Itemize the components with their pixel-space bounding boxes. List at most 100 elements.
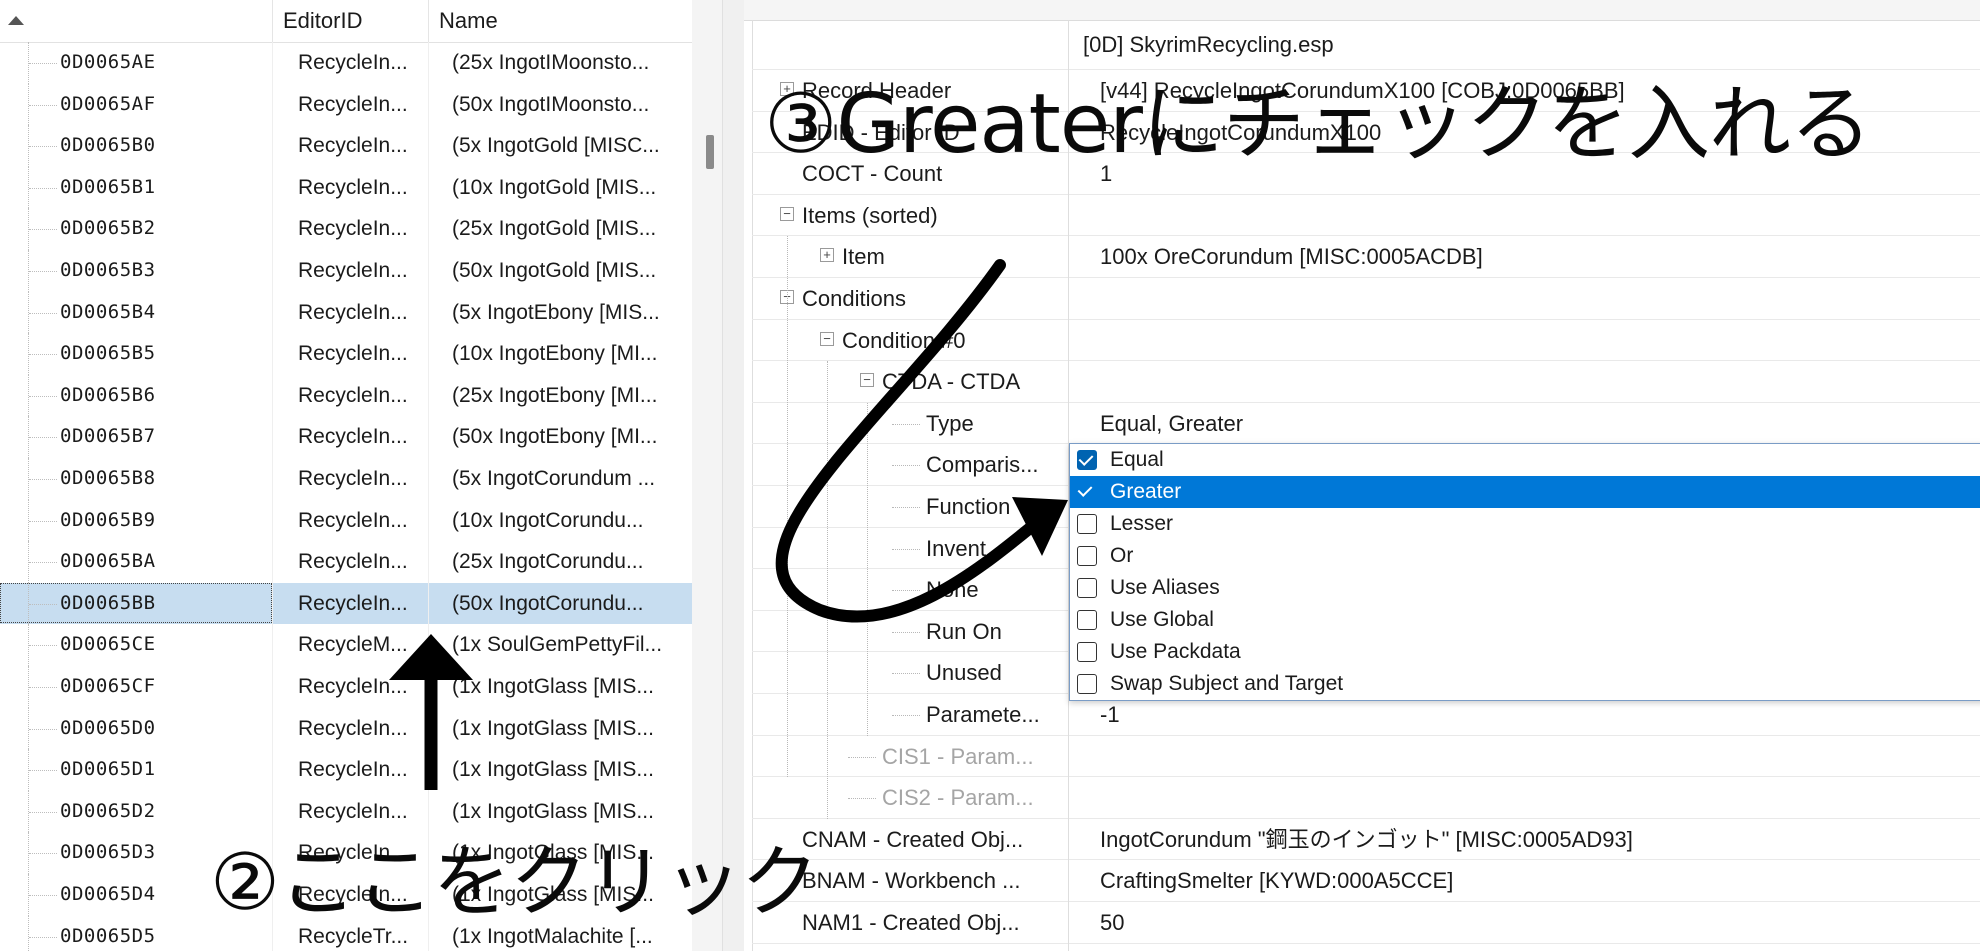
- record-row[interactable]: 0D0065B3 RecycleIn... (50x IngotGold [MIS.…: [0, 250, 692, 292]
- record-field-row[interactable]: CIS2 - Param...: [752, 777, 1980, 819]
- field-value[interactable]: [1100, 320, 1960, 362]
- checkbox-icon[interactable]: [1077, 578, 1097, 598]
- dropdown-option-use-global[interactable]: Use Global: [1070, 604, 1980, 636]
- checkbox-icon[interactable]: [1077, 450, 1097, 470]
- checkbox-icon[interactable]: [1077, 674, 1097, 694]
- scrollbar-thumb[interactable]: [706, 135, 714, 169]
- tree-branch: [29, 895, 57, 896]
- form-id-cell: 0D0065B3: [60, 259, 156, 281]
- name-cell: (10x IngotEbony [MI...: [452, 342, 658, 366]
- cell-grid: [272, 582, 273, 625]
- record-row[interactable]: 0D0065B8 RecycleIn... (5x IngotCorundum ..…: [0, 458, 692, 500]
- field-label: NAM1 - Created Obj...: [802, 910, 1020, 935]
- pane-splitter[interactable]: [722, 0, 746, 951]
- field-value[interactable]: [1100, 736, 1960, 778]
- field-label: Invent...: [926, 535, 1005, 561]
- tree-branch: [29, 770, 57, 772]
- form-id-cell: 0D0065CF: [60, 675, 156, 697]
- column-separator[interactable]: [428, 0, 429, 42]
- tree-branch: [29, 271, 57, 272]
- record-row[interactable]: 0D0065B7 RecycleIn... (50x IngotEbony [MI.…: [0, 416, 692, 458]
- record-field-row[interactable]: CNAM - Created Obj... IngotCorundum "鋼玉のイ…: [752, 819, 1980, 861]
- record-field-row[interactable]: − Conditions: [752, 278, 1980, 320]
- editor-id-cell: RecycleIn...: [298, 591, 408, 615]
- dropdown-option-use-aliases[interactable]: Use Aliases: [1070, 572, 1980, 604]
- dropdown-option-equal[interactable]: Equal: [1070, 444, 1980, 476]
- cell-grid: [272, 790, 273, 833]
- field-value[interactable]: 50: [1100, 902, 1960, 944]
- record-row[interactable]: 0D0065B5 RecycleIn... (10x IngotEbony [MI.…: [0, 333, 692, 375]
- field-value[interactable]: [1100, 777, 1960, 819]
- option-label: Use Global: [1110, 608, 1214, 631]
- tree-branch: [29, 312, 57, 314]
- tree-branch: [892, 423, 920, 425]
- tree-branch: [29, 936, 57, 938]
- field-value[interactable]: [1100, 195, 1960, 237]
- editor-id-cell: RecycleIn...: [298, 259, 408, 282]
- form-id-cell: 0D0065B4: [60, 300, 156, 323]
- record-row[interactable]: 0D0065D0 RecycleIn... (1x IngotGlass [MIS.…: [0, 707, 692, 750]
- record-row[interactable]: 0D0065AE RecycleIn... (25x IngotIMoonsto..…: [0, 42, 692, 84]
- record-row[interactable]: 0D0065B4 RecycleIn... (5x IngotEbony [MIS.…: [0, 291, 692, 334]
- record-row[interactable]: 0D0065B0 RecycleIn... (5x IngotGold [MISC.…: [0, 125, 692, 167]
- editor-id-cell: RecycleIn...: [298, 217, 408, 241]
- checkbox-icon[interactable]: [1077, 514, 1097, 534]
- dropdown-option-or[interactable]: Or: [1070, 540, 1980, 572]
- record-row[interactable]: 0D0065B6 RecycleIn... (25x IngotEbony [MI.…: [0, 374, 692, 417]
- record-field-row[interactable]: − CTDA - CTDA: [752, 361, 1980, 403]
- dropdown-option-use-packdata[interactable]: Use Packdata: [1070, 636, 1980, 668]
- name-cell: (5x IngotGold [MISC...: [452, 134, 660, 158]
- record-row[interactable]: 0D0065D1 RecycleIn... (1x IngotGlass [MIS.…: [0, 749, 692, 791]
- record-row[interactable]: 0D0065B9 RecycleIn... (10x IngotCorundu...: [0, 499, 692, 542]
- tree-branch: [892, 590, 920, 592]
- checkbox-icon[interactable]: [1077, 610, 1097, 630]
- record-field-row[interactable]: CIS1 - Param...: [752, 736, 1980, 778]
- record-row[interactable]: 0D0065BA RecycleIn... (25x IngotCorundu...: [0, 541, 692, 583]
- sort-ascending-icon[interactable]: [8, 16, 24, 25]
- collapse-icon[interactable]: −: [860, 373, 874, 388]
- collapse-icon[interactable]: −: [780, 206, 794, 221]
- record-field-row[interactable]: NAM1 - Created Obj... 50: [752, 902, 1980, 944]
- field-value[interactable]: IngotCorundum "鋼玉のインゴット" [MISC:0005AD93]: [1100, 819, 1960, 861]
- record-field-row[interactable]: + Item 100x OreCorundum [MISC:0005ACDB]: [752, 236, 1980, 278]
- editor-id-cell: RecycleIn...: [298, 175, 408, 199]
- record-row[interactable]: 0D0065B2 RecycleIn... (25x IngotGold [MIS.…: [0, 208, 692, 250]
- column-header-name[interactable]: Name: [439, 0, 498, 42]
- field-value[interactable]: Equal, Greater: [1100, 403, 1960, 445]
- checkbox-icon[interactable]: [1077, 482, 1097, 502]
- expand-icon[interactable]: +: [820, 248, 834, 263]
- record-row[interactable]: 0D0065D2 RecycleIn... (1x IngotGlass [MIS.…: [0, 790, 692, 833]
- record-field-row[interactable]: Type Equal, Greater: [752, 403, 1980, 445]
- record-row-selected[interactable]: 0D0065BB RecycleIn... (50x IngotCorundu...: [0, 582, 692, 625]
- record-row[interactable]: 0D0065CE RecycleM... (1x SoulGemPettyFil..…: [0, 624, 692, 666]
- record-field-row[interactable]: − Condition #0: [752, 320, 1980, 362]
- cell-grid: [272, 707, 273, 750]
- editor-id-cell: RecycleIn...: [298, 508, 408, 532]
- record-field-row[interactable]: − Items (sorted): [752, 195, 1980, 237]
- checkbox-icon[interactable]: [1077, 642, 1097, 662]
- type-flags-dropdown[interactable]: Equal Greater Lesser Or Use Aliases Use Globa…: [1069, 443, 1980, 701]
- field-value[interactable]: [1100, 361, 1960, 403]
- record-row[interactable]: 0D0065AF RecycleIn... (50x IngotIMoonsto..…: [0, 83, 692, 126]
- record-row[interactable]: 0D0065CF RecycleIn... (1x IngotGlass [MIS.…: [0, 666, 692, 708]
- checkbox-icon[interactable]: [1077, 546, 1097, 566]
- tree-branch: [892, 548, 920, 550]
- name-cell: (25x IngotCorundu...: [452, 550, 644, 574]
- dropdown-option-lesser[interactable]: Lesser: [1070, 508, 1980, 540]
- tree-branch: [29, 520, 57, 522]
- record-row[interactable]: 0D0065B1 RecycleIn... (10x IngotGold [MIS.…: [0, 166, 692, 209]
- field-label: CIS2 - Param...: [882, 785, 1034, 811]
- column-header-editorid[interactable]: EditorID: [283, 0, 362, 42]
- editor-id-cell: RecycleIn...: [298, 550, 408, 574]
- record-field-row[interactable]: BNAM - Workbench ... CraftingSmelter [KYW…: [752, 860, 1980, 902]
- dropdown-option-greater[interactable]: Greater: [1070, 476, 1980, 508]
- field-value[interactable]: 100x OreCorundum [MISC:0005ACDB]: [1100, 236, 1960, 278]
- annotation-step2: ②ここをクリック: [210, 838, 819, 928]
- column-separator[interactable]: [272, 0, 273, 42]
- dropdown-option-swap-subject-and-target[interactable]: Swap Subject and Target: [1070, 668, 1980, 700]
- tree-branch: [29, 229, 57, 231]
- field-value[interactable]: [1100, 278, 1960, 320]
- tree-branch: [29, 853, 57, 855]
- field-value[interactable]: CraftingSmelter [KYWD:000A5CCE]: [1100, 860, 1960, 902]
- collapse-icon[interactable]: −: [820, 331, 834, 346]
